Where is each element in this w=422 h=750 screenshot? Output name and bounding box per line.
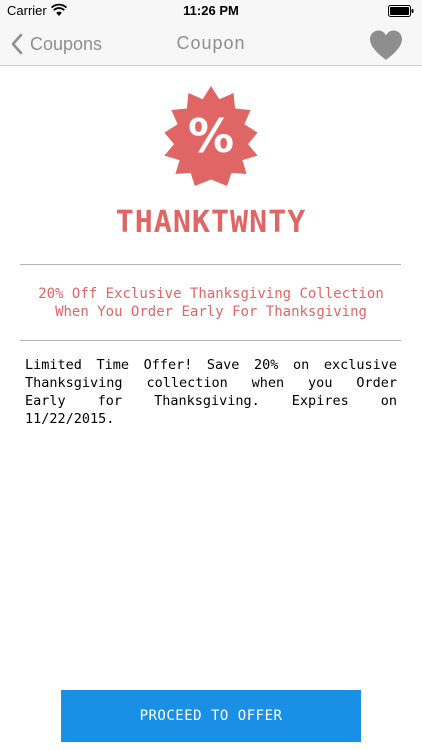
status-time: 11:26 PM [183, 3, 239, 18]
description-line: Limited Time Offer! Save 20% on exclusiv… [25, 357, 397, 373]
offer-description: Limited Time Offer! Save 20% on exclusiv… [25, 356, 397, 428]
status-bar: Carrier 11:26 PM [0, 0, 422, 22]
offer-headline-line: When You Order Early For Thanksgiving [55, 304, 367, 320]
description-line: Thanksgiving collection when you Order [25, 375, 397, 391]
divider [20, 264, 401, 265]
battery-icon [388, 5, 414, 17]
coupon-code: THANKTWNTY [115, 205, 307, 240]
description-line: Early for Thanksgiving. Expires on [25, 393, 397, 409]
badge-symbol: % [188, 109, 234, 163]
divider [20, 340, 401, 341]
description-line: 11/22/2015. [25, 411, 115, 427]
percent-badge-icon: % [164, 86, 258, 186]
proceed-to-offer-button[interactable]: PROCEED TO OFFER [61, 690, 361, 742]
offer-headline: 20% Off Exclusive Thanksgiving Collectio… [18, 285, 404, 321]
navigation-bar: Coupons Coupon [0, 22, 422, 66]
page-title: Coupon [176, 33, 246, 53]
offer-headline-line: 20% Off Exclusive Thanksgiving Collectio… [38, 286, 384, 302]
heart-icon[interactable] [368, 29, 404, 61]
